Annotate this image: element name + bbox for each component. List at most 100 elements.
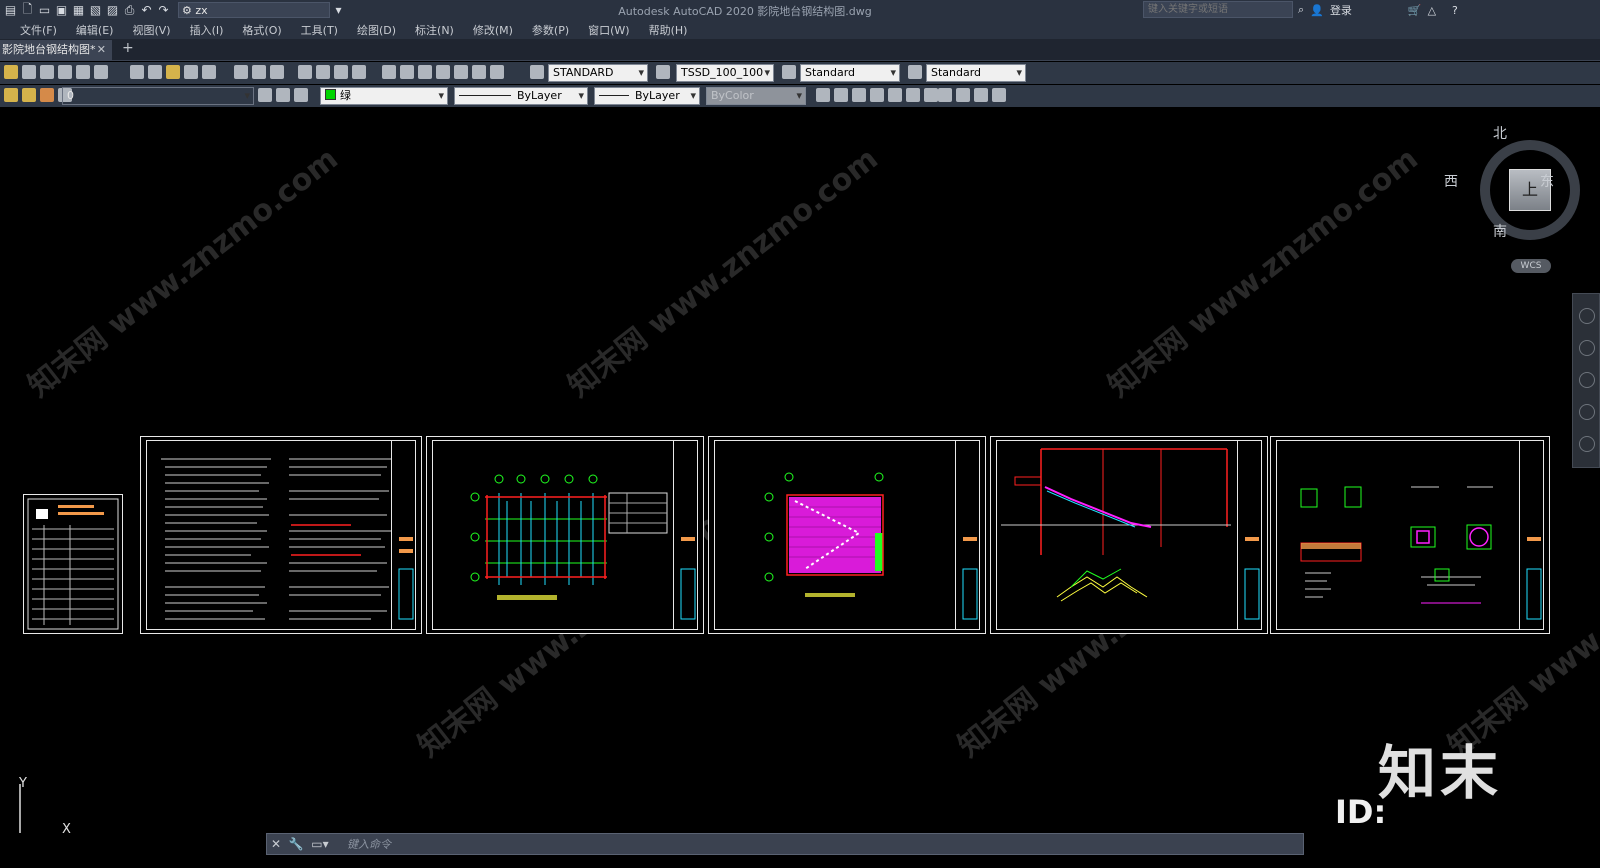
redo-icon[interactable] (252, 65, 266, 79)
compass-west[interactable]: 西 (1444, 171, 1458, 191)
menu-insert[interactable]: 插入(I) (190, 22, 224, 38)
new-tab-icon[interactable]: + (122, 40, 134, 56)
layer-merge-icon[interactable] (956, 88, 970, 102)
plot-icon[interactable] (76, 65, 90, 79)
make-current-icon[interactable] (258, 88, 272, 102)
menu-edit[interactable]: 编辑(E) (76, 22, 114, 38)
cut-icon[interactable] (130, 65, 144, 79)
text-style-select[interactable]: STANDARD (548, 64, 648, 82)
export-icon[interactable]: ▨ (104, 1, 121, 19)
markup-icon[interactable] (454, 65, 468, 79)
linetype-select[interactable]: ByLayer (454, 87, 588, 105)
dim-style-select[interactable]: TSSD_100_100 (676, 64, 774, 82)
login-link[interactable]: 登录 (1330, 2, 1352, 18)
publish-icon[interactable] (94, 65, 108, 79)
drawing-canvas[interactable]: 知末网 www.znzmo.com 知末网 www.znzmo.com 知末网 … (0, 108, 1600, 833)
customize-qat-icon[interactable]: ▾ (330, 1, 347, 19)
layer-match-icon[interactable] (938, 88, 952, 102)
showmotion-icon[interactable] (1579, 436, 1595, 452)
zoom-extents-icon[interactable] (1579, 372, 1595, 388)
mleader-style-icon[interactable] (908, 65, 922, 79)
menu-format[interactable]: 格式(O) (242, 22, 281, 38)
binoculars-icon[interactable]: ⌕ (1298, 3, 1304, 17)
layer-thaw-icon[interactable] (906, 88, 920, 102)
redo-icon[interactable]: ↷ (155, 1, 172, 19)
paste-icon[interactable] (166, 65, 180, 79)
sheet-set-icon[interactable] (436, 65, 450, 79)
zoom-realtime-icon[interactable] (316, 65, 330, 79)
block-editor-icon[interactable] (202, 65, 216, 79)
menu-draw[interactable]: 绘图(D) (357, 22, 396, 38)
layer-on-icon[interactable] (888, 88, 902, 102)
orbit-icon[interactable] (1579, 404, 1595, 420)
layer-select[interactable]: 0 (62, 87, 254, 105)
compass-south[interactable]: 南 (1493, 221, 1507, 241)
layer-walk-icon[interactable] (992, 88, 1006, 102)
file-tab-active[interactable]: 影院地台钢结构图* ✕ (0, 40, 112, 61)
lightbulb-icon[interactable] (4, 88, 18, 102)
properties-icon[interactable] (382, 65, 396, 79)
lineweight-select[interactable]: ByLayer (594, 87, 700, 105)
dim-style-icon[interactable] (656, 65, 670, 79)
layer-unisolate-icon[interactable] (834, 88, 848, 102)
layer-isolate-icon[interactable] (816, 88, 830, 102)
print-icon[interactable]: ⎙ (121, 1, 138, 19)
close-icon[interactable]: ✕ (271, 837, 281, 851)
help-icon[interactable] (490, 65, 504, 79)
zoom-window-icon[interactable] (334, 65, 348, 79)
undo-icon[interactable] (234, 65, 248, 79)
redo-dropdown-icon[interactable] (270, 65, 284, 79)
copy-icon[interactable] (148, 65, 162, 79)
app-menu-icon[interactable]: ▤ (2, 1, 19, 19)
compass-north[interactable]: 北 (1493, 123, 1507, 143)
table-style-select[interactable]: Standard (800, 64, 900, 82)
wcs-menu[interactable]: WCS (1511, 259, 1551, 273)
layer-delete-icon[interactable] (974, 88, 988, 102)
user-icon[interactable]: 👤 (1310, 4, 1324, 17)
design-center-icon[interactable] (400, 65, 414, 79)
undo-icon[interactable]: ↶ (138, 1, 155, 19)
print-icon[interactable] (40, 65, 54, 79)
open-icon[interactable] (4, 65, 18, 79)
close-tab-icon[interactable]: ✕ (97, 40, 106, 60)
window-controls[interactable] (1560, 0, 1600, 20)
search-input[interactable] (1143, 1, 1293, 18)
menu-modify[interactable]: 修改(M) (473, 22, 513, 38)
preview-icon[interactable] (58, 65, 72, 79)
tool-palettes-icon[interactable] (418, 65, 432, 79)
menu-help[interactable]: 帮助(H) (649, 22, 688, 38)
workspace-select[interactable]: ⚙ zx (178, 2, 330, 18)
pan-icon[interactable] (298, 65, 312, 79)
menu-tools[interactable]: 工具(T) (301, 22, 338, 38)
menu-dimension[interactable]: 标注(N) (415, 22, 454, 38)
menu-file[interactable]: 文件(F) (20, 22, 57, 38)
wrench-icon[interactable]: 🔧 (285, 837, 304, 851)
color-select[interactable]: 绿 (320, 87, 448, 105)
lock-icon[interactable] (40, 88, 54, 102)
layer-freeze-icon[interactable] (870, 88, 884, 102)
pan-hand-icon[interactable] (1579, 340, 1595, 356)
viewcube[interactable]: 上 北 南 东 西 WCS (1444, 123, 1580, 273)
save-icon[interactable]: ▣ (53, 1, 70, 19)
layer-previous-icon[interactable] (276, 88, 290, 102)
command-input[interactable] (347, 836, 1287, 852)
layer-states-icon[interactable] (294, 88, 308, 102)
match-properties-icon[interactable] (184, 65, 198, 79)
menu-view[interactable]: 视图(V) (132, 22, 170, 38)
text-style-icon[interactable] (530, 65, 544, 79)
open-file-icon[interactable]: ▭ (36, 1, 53, 19)
new-file-icon[interactable]: 🗋 (19, 1, 36, 19)
menu-window[interactable]: 窗口(W) (588, 22, 629, 38)
exchange-icon[interactable]: △ (1428, 4, 1436, 17)
save-icon[interactable] (22, 65, 36, 79)
menu-parametric[interactable]: 参数(P) (532, 22, 569, 38)
layer-off-icon[interactable] (852, 88, 866, 102)
sun-icon[interactable] (22, 88, 36, 102)
zoom-previous-icon[interactable] (352, 65, 366, 79)
calculator-icon[interactable] (472, 65, 486, 79)
cart-icon[interactable]: 🛒 (1408, 4, 1422, 17)
table-style-icon[interactable] (782, 65, 796, 79)
web-save-icon[interactable]: ▧ (87, 1, 104, 19)
steering-wheel-icon[interactable] (1579, 308, 1595, 324)
help-icon[interactable]: ? (1452, 4, 1458, 17)
